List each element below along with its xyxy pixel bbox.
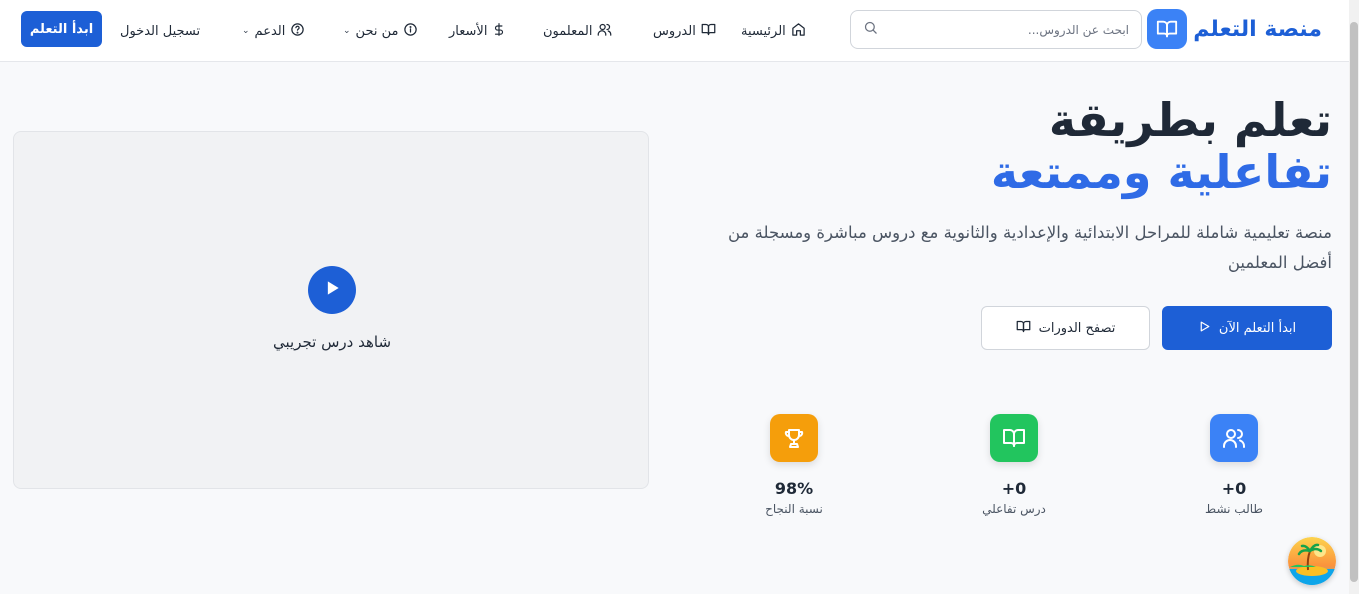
search-box	[850, 10, 1142, 49]
stat-interactive-lessons: 0+ درس تفاعلي	[954, 414, 1074, 516]
nav-lessons-label: الدروس	[653, 23, 696, 39]
start-learning-button[interactable]: ابدأ التعلم	[21, 11, 102, 47]
start-learning-now-button[interactable]: ابدأ التعلم الآن	[1162, 306, 1332, 350]
scrollbar-thumb[interactable]	[1350, 22, 1358, 582]
help-circle-icon	[290, 22, 305, 41]
stat-value: 0+	[1221, 479, 1247, 498]
chat-assistant-avatar[interactable]	[1288, 537, 1336, 585]
dollar-icon	[492, 22, 506, 41]
book-open-icon	[1016, 319, 1031, 338]
nav-item-teachers[interactable]: المعلمون	[543, 20, 612, 42]
demo-video-card[interactable]: شاهد درس تجريبي	[13, 131, 649, 489]
book-open-icon	[990, 414, 1038, 462]
search-icon[interactable]	[863, 20, 878, 39]
info-icon	[403, 22, 418, 41]
play-button[interactable]	[308, 266, 356, 314]
demo-video-label: شاهد درس تجريبي	[272, 333, 392, 351]
secondary-button-label: تصفح الدورات	[1038, 320, 1116, 336]
nav-item-lessons[interactable]: الدروس	[653, 20, 716, 42]
nav-home-label: الرئيسية	[741, 23, 786, 39]
top-navbar: منصة التعلم الرئيسية الدروس ا	[0, 0, 1349, 62]
brand-logo-link[interactable]: منصة التعلم	[1147, 9, 1322, 49]
nav-item-about[interactable]: من نحن ⌄	[343, 20, 418, 42]
page-scrollbar[interactable]	[1349, 0, 1359, 594]
hero-title: تعلم بطريقة تفاعلية وممتعة	[991, 94, 1332, 198]
chevron-down-icon: ⌄	[242, 26, 250, 36]
browse-courses-button[interactable]: تصفح الدورات	[981, 306, 1150, 350]
nav-teachers-label: المعلمون	[543, 23, 593, 39]
hero-title-line1: تعلم بطريقة	[1048, 93, 1332, 147]
nav-support-label: الدعم	[254, 23, 286, 39]
play-icon	[322, 278, 342, 302]
nav-item-home[interactable]: الرئيسية	[741, 20, 806, 42]
book-open-icon	[701, 22, 716, 41]
brand-name: منصة التعلم	[1193, 16, 1322, 42]
stat-label: نسبة النجاح	[765, 502, 823, 516]
nav-item-pricing[interactable]: الأسعار	[449, 20, 506, 42]
stat-label: طالب نشط	[1205, 502, 1263, 516]
users-icon	[597, 22, 612, 41]
stat-success-rate: 98% نسبة النجاح	[734, 414, 854, 516]
trophy-icon	[770, 414, 818, 462]
primary-button-label: ابدأ التعلم الآن	[1218, 320, 1297, 336]
search-input[interactable]	[888, 11, 1129, 48]
stat-value: 98%	[774, 479, 814, 498]
nav-pricing-label: الأسعار	[449, 23, 488, 39]
book-open-icon	[1147, 9, 1188, 49]
hero-title-line2: تفاعلية وممتعة	[990, 145, 1332, 199]
home-icon	[791, 22, 806, 41]
login-link[interactable]: تسجيل الدخول	[120, 20, 200, 42]
hero-subtitle: منصة تعليمية شاملة للمراحل الابتدائية وا…	[728, 223, 1332, 272]
play-outline-icon	[1198, 320, 1211, 337]
chevron-down-icon: ⌄	[343, 26, 351, 36]
island-avatar-icon	[1288, 537, 1336, 585]
nav-item-support[interactable]: الدعم ⌄	[242, 20, 305, 42]
stat-value: 0+	[1001, 479, 1027, 498]
stat-active-students: 0+ طالب نشط	[1174, 414, 1294, 516]
nav-about-label: من نحن	[355, 23, 399, 39]
stat-label: درس تفاعلي	[982, 502, 1046, 516]
users-icon	[1210, 414, 1258, 462]
